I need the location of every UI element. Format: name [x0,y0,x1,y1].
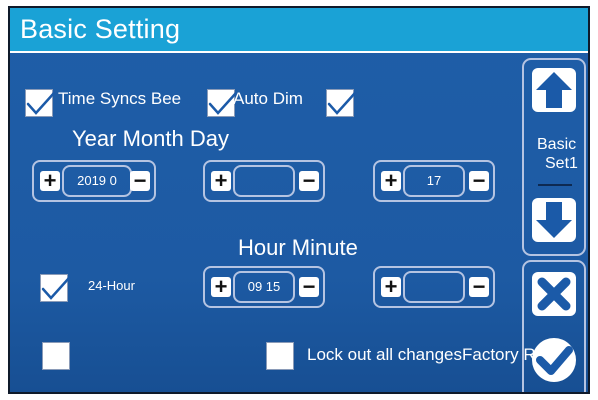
bottom-left-checkbox[interactable] [42,342,70,370]
auto-dim-checkbox[interactable] [326,89,357,117]
year-value[interactable]: 2019 0 [62,165,132,197]
time-heading: Hour Minute [238,235,358,260]
checkmark-icon [26,91,56,115]
second-plus-button[interactable]: + [381,276,401,298]
title-bar: Basic Setting [10,8,588,53]
page-up-button[interactable] [532,68,576,112]
page-label-line2: Set1 [545,155,578,172]
page-down-button[interactable] [532,198,576,242]
second-minus-button[interactable]: − [469,276,489,298]
arrow-up-icon [536,72,572,108]
hour-minute-stepper: + 09 15 − [203,266,325,308]
page-label-line1: Basic [537,136,577,153]
month-value[interactable] [233,165,295,197]
time-syncs-checkbox[interactable] [25,89,56,117]
day-minus-button[interactable]: − [469,170,489,192]
confirm-button[interactable] [532,338,576,382]
auto-dim-label: Auto Dim [233,89,303,108]
page-label-underline [538,184,572,186]
second-stepper: + − [373,266,495,308]
month-stepper: + − [203,160,325,202]
hour-minute-value[interactable]: 09 15 [233,271,295,303]
page-selector-panel: Basic Set1 [522,58,586,256]
day-value[interactable]: 17 [403,165,465,197]
month-plus-button[interactable]: + [211,170,231,192]
date-heading: Year Month Day [72,126,229,151]
year-plus-button[interactable]: + [40,170,60,192]
month-minus-button[interactable]: − [299,170,319,192]
year-minus-button[interactable]: − [130,170,150,192]
year-stepper: + 2019 0 − [32,160,156,202]
check-icon [536,346,573,375]
close-x-icon [537,277,571,311]
hour-plus-button[interactable]: + [211,276,231,298]
day-plus-button[interactable]: + [381,170,401,192]
lockout-checkbox[interactable] [266,342,294,370]
action-panel [522,260,586,392]
hour24-label: 24-Hour [88,278,135,293]
arrow-down-icon [536,202,572,238]
page-title: Basic Setting [20,14,181,44]
hour24-checkbox[interactable] [40,274,71,302]
cancel-button[interactable] [532,272,576,316]
checkmark-icon [41,276,71,300]
hour-minus-button[interactable]: − [299,276,319,298]
second-value[interactable] [403,271,465,303]
auto-dim-pre-checkbox[interactable] [207,89,238,117]
checkmark-icon [327,91,357,115]
time-syncs-label: Time Syncs Bee [58,89,182,108]
settings-screen: Basic Setting Time Syncs Bee Auto Dim Ye… [8,6,590,394]
day-stepper: + 17 − [373,160,495,202]
